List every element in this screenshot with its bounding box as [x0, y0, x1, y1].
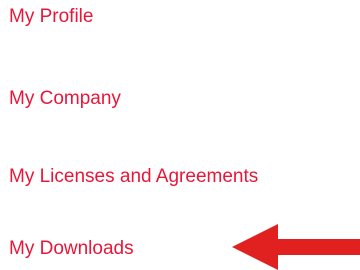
my-downloads-link[interactable]: My Downloads [9, 237, 134, 261]
my-company-link[interactable]: My Company [9, 87, 121, 111]
my-licenses-and-agreements-link[interactable]: My Licenses and Agreements [9, 165, 258, 189]
arrow-left-icon [232, 224, 360, 270]
my-profile-link[interactable]: My Profile [9, 5, 93, 29]
account-menu: My Profile My Company My Licenses and Ag… [0, 0, 360, 270]
